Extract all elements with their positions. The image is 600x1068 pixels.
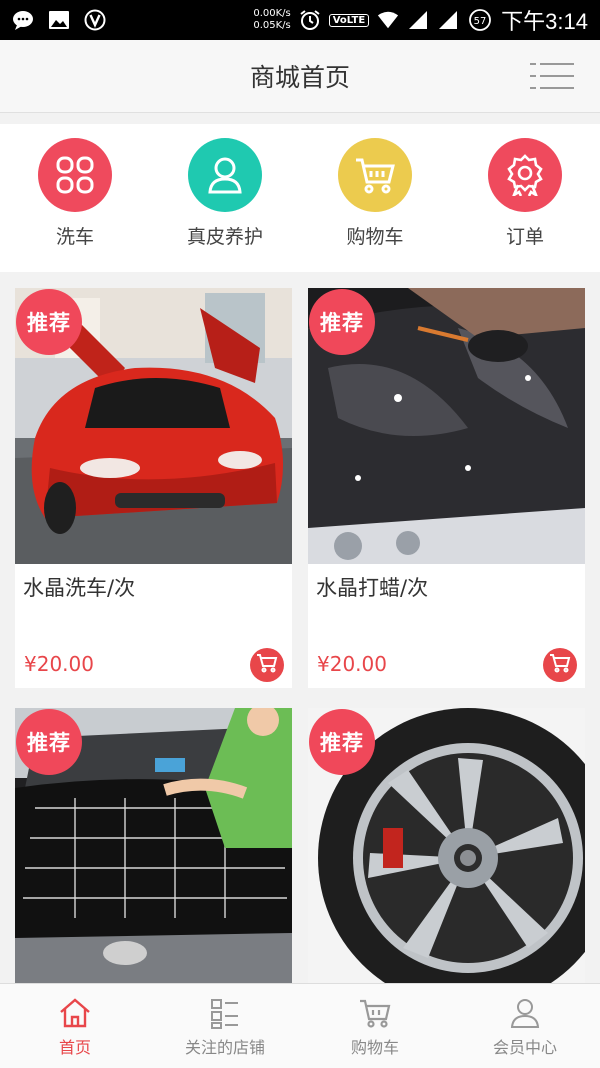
battery-icon: 57	[467, 9, 493, 31]
product-image: 推荐	[308, 708, 585, 983]
cart-icon	[338, 138, 412, 212]
menu-button[interactable]	[530, 60, 574, 92]
user-icon	[188, 138, 262, 212]
recommend-badge: 推荐	[16, 709, 82, 775]
signal-icon	[407, 9, 429, 31]
category-wash[interactable]: 洗车	[0, 124, 150, 272]
category-label: 洗车	[55, 226, 94, 248]
network-speed: 0.00K/s 0.05K/s	[253, 8, 291, 31]
category-orders[interactable]: 订单	[450, 124, 600, 272]
wifi-icon	[377, 9, 399, 31]
alarm-icon	[299, 9, 321, 31]
tab-cart[interactable]: 购物车	[300, 984, 450, 1068]
recommend-badge: 推荐	[309, 289, 375, 355]
clock: 下午3:14	[501, 9, 588, 34]
product-image: 推荐	[15, 288, 292, 564]
grid-icon	[38, 138, 112, 212]
recommend-badge: 推荐	[309, 709, 375, 775]
product-image: 推荐	[308, 288, 585, 564]
store-list-icon	[208, 996, 242, 1030]
category-nav: 洗车 真皮养护 购物车 订单	[0, 124, 600, 272]
tab-label: 购物车	[350, 1038, 399, 1057]
category-label: 真皮养护	[186, 226, 263, 248]
message-icon	[12, 9, 34, 31]
tab-label: 会员中心	[492, 1038, 557, 1057]
add-to-cart-button[interactable]	[543, 648, 577, 682]
cart-icon	[549, 653, 571, 677]
svg-text:57: 57	[474, 16, 487, 27]
product-name: 水晶打蜡/次	[316, 576, 429, 600]
product-price: ¥20.00	[24, 652, 94, 676]
product-name: 水晶洗车/次	[23, 576, 136, 600]
page-title: 商城首页	[249, 63, 350, 92]
category-cart[interactable]: 购物车	[300, 124, 450, 272]
image-icon	[48, 9, 70, 31]
bottom-tab-bar: 首页 关注的店铺 购物车 会员中心	[0, 983, 600, 1068]
product-card[interactable]: 推荐 水晶打蜡/次 ¥20.00	[308, 288, 585, 688]
cart-icon	[256, 653, 278, 677]
v-icon	[84, 9, 106, 31]
tab-home[interactable]: 首页	[0, 984, 150, 1068]
signal-icon-2	[437, 9, 459, 31]
cart-icon	[358, 996, 392, 1030]
status-bar: 0.00K/s 0.05K/s VoLTE 57 下午3:14	[0, 0, 600, 40]
category-label: 订单	[505, 226, 544, 248]
tab-member-center[interactable]: 会员中心	[450, 984, 600, 1068]
product-card[interactable]: 推荐	[15, 708, 292, 983]
product-image: 推荐	[15, 708, 292, 983]
tab-followed-stores[interactable]: 关注的店铺	[150, 984, 300, 1068]
home-icon	[58, 996, 92, 1030]
tab-label: 首页	[58, 1038, 91, 1057]
award-icon	[488, 138, 562, 212]
recommend-badge: 推荐	[16, 289, 82, 355]
add-to-cart-button[interactable]	[250, 648, 284, 682]
category-label: 购物车	[346, 226, 404, 248]
category-leather-care[interactable]: 真皮养护	[150, 124, 300, 272]
product-price: ¥20.00	[317, 652, 387, 676]
product-card[interactable]: 推荐 水晶洗车/次 ¥20.00	[15, 288, 292, 688]
volte-badge: VoLTE	[328, 13, 370, 27]
user-icon	[508, 996, 542, 1030]
product-card[interactable]: 推荐	[308, 708, 585, 983]
tab-label: 关注的店铺	[184, 1038, 265, 1057]
title-bar: 商城首页	[0, 40, 600, 113]
